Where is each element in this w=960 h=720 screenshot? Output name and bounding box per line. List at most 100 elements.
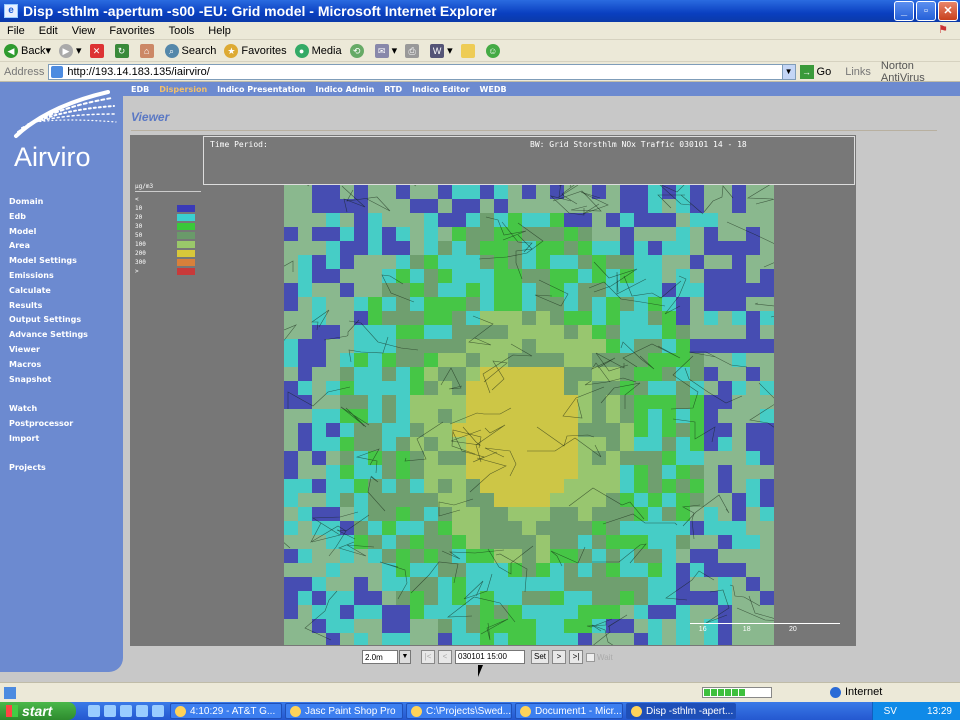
- topnav-indico-presentation[interactable]: Indico Presentation: [217, 85, 305, 94]
- sidebar-item-model[interactable]: Model: [9, 225, 88, 240]
- menu-item-tools[interactable]: Tools: [162, 25, 202, 37]
- taskbar-item[interactable]: 4:10:29 - AT&T G...: [170, 703, 282, 719]
- grid-cell: [550, 437, 564, 451]
- forward-button[interactable]: ▶ ▾: [59, 43, 82, 58]
- grid-cell: [396, 185, 410, 199]
- paint-icon[interactable]: [152, 705, 164, 717]
- taskbar-item[interactable]: Jasc Paint Shop Pro: [285, 703, 403, 719]
- sidebar-item-area[interactable]: Area: [9, 239, 88, 254]
- dispersion-map[interactable]: [284, 185, 774, 645]
- grid-cell: [620, 255, 634, 269]
- step-dropdown-arrow[interactable]: ▼: [399, 650, 411, 664]
- grid-cell: [424, 213, 438, 227]
- back-button[interactable]: ◀ Back ▾: [4, 43, 51, 58]
- print-button[interactable]: ⎙: [405, 43, 422, 58]
- discuss-button[interactable]: [460, 43, 478, 58]
- language-indicator[interactable]: SV: [884, 706, 897, 717]
- topnav-wedb[interactable]: WEDB: [480, 85, 507, 94]
- topnav-dispersion[interactable]: Dispersion: [159, 85, 207, 94]
- grid-cell: [452, 577, 466, 591]
- grid-cell: [326, 507, 340, 521]
- grid-cell: [648, 213, 662, 227]
- grid-cell: [438, 549, 452, 563]
- sidebar-item-projects[interactable]: Projects: [9, 461, 88, 476]
- sidebar-item-import[interactable]: Import: [9, 432, 88, 447]
- sidebar-item-calculate[interactable]: Calculate: [9, 284, 88, 299]
- grid-cell: [662, 381, 676, 395]
- search-button[interactable]: ⌕ Search: [164, 43, 216, 58]
- step-select[interactable]: 2.0m: [362, 650, 398, 664]
- taskbar-item[interactable]: C:\Projects\Swed...: [406, 703, 512, 719]
- grid-cell: [438, 367, 452, 381]
- topnav-indico-editor[interactable]: Indico Editor: [412, 85, 469, 94]
- stop-button[interactable]: ✕: [89, 43, 107, 58]
- menu-item-help[interactable]: Help: [201, 25, 238, 37]
- mail-button[interactable]: ✉ ▾: [374, 43, 397, 58]
- sidebar-item-emissions[interactable]: Emissions: [9, 269, 88, 284]
- grid-cell: [396, 577, 410, 591]
- last-button[interactable]: >|: [569, 650, 584, 664]
- sidebar-item-postprocessor[interactable]: Postprocessor: [9, 417, 88, 432]
- sidebar-item-viewer[interactable]: Viewer: [9, 343, 88, 358]
- taskbar-item[interactable]: Disp -sthlm -apert...: [626, 703, 736, 719]
- sidebar-item-model-settings[interactable]: Model Settings: [9, 254, 88, 269]
- first-button[interactable]: |<: [421, 650, 435, 664]
- sidebar-item-edb[interactable]: Edb: [9, 210, 88, 225]
- media-button[interactable]: ● Media: [294, 43, 342, 58]
- sidebar-item-watch[interactable]: Watch: [9, 402, 88, 417]
- topnav-rtd[interactable]: RTD: [384, 85, 402, 94]
- topnav-edb[interactable]: EDB: [131, 85, 149, 94]
- edit-button[interactable]: W ▾: [430, 43, 453, 58]
- grid-cell: [508, 521, 522, 535]
- refresh-button[interactable]: ↻: [114, 43, 132, 58]
- ie-icon[interactable]: [104, 705, 116, 717]
- sidebar-item-advance-settings[interactable]: Advance Settings: [9, 328, 88, 343]
- sidebar-item-domain[interactable]: Domain: [9, 195, 88, 210]
- grid-cell: [564, 297, 578, 311]
- address-input[interactable]: http://193.14.183.135/iairviro/: [48, 63, 783, 80]
- grid-cell: [578, 577, 592, 591]
- taskbar-item[interactable]: Document1 - Micr...: [515, 703, 623, 719]
- next-button[interactable]: >: [552, 650, 567, 664]
- topnav-indico-admin[interactable]: Indico Admin: [315, 85, 374, 94]
- links-button[interactable]: Links: [845, 66, 871, 78]
- grid-cell: [382, 423, 396, 437]
- sidebar-item-output-settings[interactable]: Output Settings: [9, 313, 88, 328]
- sidebar-item-macros[interactable]: Macros: [9, 358, 88, 373]
- menu-item-view[interactable]: View: [65, 25, 103, 37]
- time-input[interactable]: 030101 15:00: [455, 650, 525, 664]
- favorites-button[interactable]: ★ Favorites: [224, 43, 287, 58]
- app-icon: [631, 705, 642, 717]
- media-player-icon[interactable]: [136, 705, 148, 717]
- grid-cell: [592, 395, 606, 409]
- grid-cell: [536, 535, 550, 549]
- grid-cell: [592, 269, 606, 283]
- home-button[interactable]: ⌂: [139, 43, 157, 58]
- history-button[interactable]: ⟲: [349, 43, 367, 58]
- outlook-icon[interactable]: [120, 705, 132, 717]
- maximize-button[interactable]: ▫: [916, 1, 936, 21]
- set-button[interactable]: Set: [531, 650, 550, 664]
- grid-cell: [494, 437, 508, 451]
- messenger-button[interactable]: ☺: [485, 43, 503, 58]
- status-bar: Internet: [0, 682, 960, 702]
- sidebar-item-snapshot[interactable]: Snapshot: [9, 373, 88, 388]
- prev-button[interactable]: <: [438, 650, 452, 664]
- grid-cell: [662, 395, 676, 409]
- menu-item-file[interactable]: File: [0, 25, 32, 37]
- grid-cell: [718, 269, 732, 283]
- menu-item-favorites[interactable]: Favorites: [102, 25, 161, 37]
- menu-item-edit[interactable]: Edit: [32, 25, 65, 37]
- desktop-icon[interactable]: [88, 705, 100, 717]
- legend-swatch: [177, 268, 195, 275]
- grid-cell: [312, 269, 326, 283]
- wait-checkbox[interactable]: Wait: [586, 652, 613, 662]
- start-button[interactable]: start: [0, 702, 76, 720]
- close-button[interactable]: ✕: [938, 1, 958, 21]
- norton-antivirus-button[interactable]: Norton AntiVirus: [881, 60, 960, 84]
- go-button[interactable]: → Go: [799, 64, 831, 79]
- sidebar-item-results[interactable]: Results: [9, 299, 88, 314]
- grid-cell: [648, 465, 662, 479]
- minimize-button[interactable]: _: [894, 1, 914, 21]
- address-dropdown[interactable]: ▼: [781, 63, 796, 80]
